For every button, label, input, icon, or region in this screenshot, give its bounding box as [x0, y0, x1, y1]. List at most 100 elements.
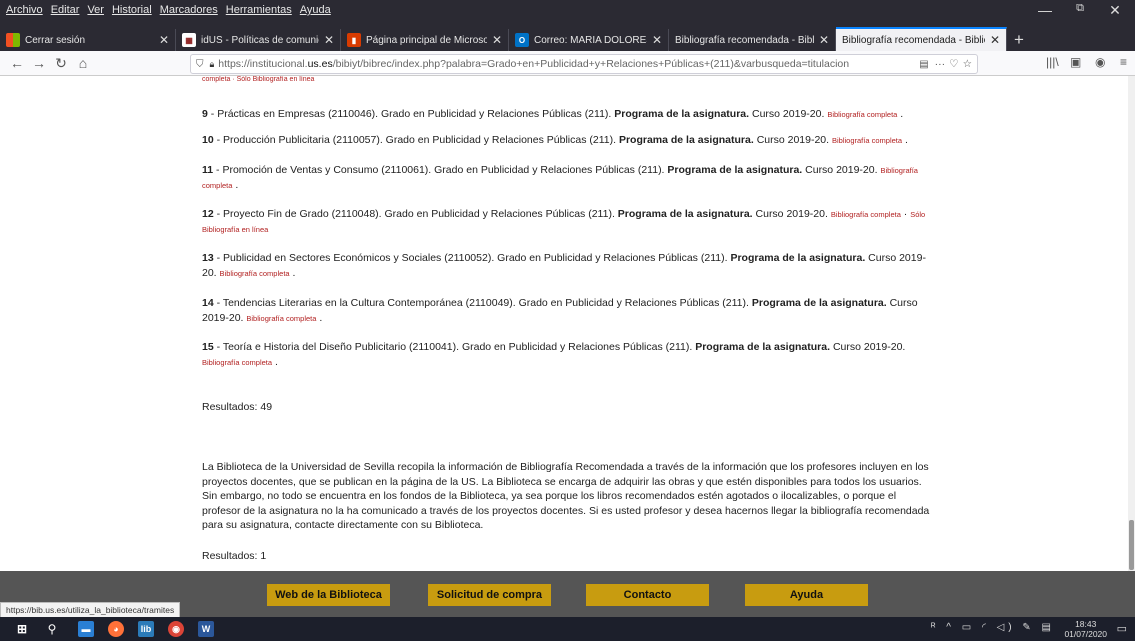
program-link[interactable]: Programa de la asignatura. — [619, 134, 754, 146]
menu-marcadores[interactable]: Marcadores — [160, 4, 218, 16]
new-tab-button[interactable]: + — [1007, 29, 1031, 51]
item-number: 10 — [202, 134, 214, 146]
tab-title: Página principal de Microsoft — [366, 34, 487, 46]
idus-icon: ▦ — [182, 33, 196, 47]
program-link[interactable]: Programa de la asignatura. — [614, 108, 749, 120]
program-link[interactable]: Programa de la asignatura. — [752, 297, 887, 309]
menu-ver[interactable]: Ver — [87, 4, 104, 16]
vertical-scrollbar[interactable] — [1128, 76, 1135, 571]
tab-bibliografia-active[interactable]: Bibliografía recomendada - Biblioteca ✕ — [836, 27, 1007, 51]
account-icon[interactable]: ◉ — [1095, 55, 1105, 69]
ayuda-button[interactable]: Ayuda — [745, 584, 868, 606]
pocket-icon[interactable]: ♡ — [949, 58, 958, 70]
outlook-icon: O — [515, 33, 529, 47]
tab-bibliografia-1[interactable]: Bibliografía recomendada - Biblioteca ✕ — [669, 29, 836, 51]
clock-time: 18:43 — [1075, 619, 1097, 629]
clock[interactable]: 18:43 01/07/2020 — [1064, 619, 1107, 639]
item-number: 15 — [202, 341, 214, 353]
tab-correo[interactable]: O Correo: MARIA DOLORES RODRÍGUEZ ✕ — [509, 29, 669, 51]
web-biblioteca-button[interactable]: Web de la Biblioteca — [267, 584, 390, 606]
home-icon[interactable]: ⌂ — [72, 55, 94, 71]
program-link[interactable]: Programa de la asignatura. — [695, 341, 830, 353]
bibliography-link[interactable]: Bibliografía completa — [220, 269, 290, 278]
app-icon[interactable]: lib — [138, 621, 154, 637]
library-icon[interactable]: |||\ — [1046, 55, 1059, 69]
reader-view-icon[interactable]: ▤ — [919, 59, 928, 70]
url-text[interactable]: https://institucional.us.es/bibiyt/bibre… — [218, 58, 913, 70]
sidebar-icon[interactable]: ▣ — [1070, 55, 1081, 69]
menu-archivo[interactable]: Archivo — [6, 4, 43, 16]
solicitud-compra-button[interactable]: Solicitud de compra — [428, 584, 551, 606]
bibliography-link[interactable]: Bibliografía completa — [202, 358, 272, 367]
item-number: 14 — [202, 297, 214, 309]
program-link[interactable]: Programa de la asignatura. — [730, 252, 865, 264]
restore-button[interactable]: ⧉ — [1065, 2, 1095, 15]
windows-start-icon[interactable]: ⊞ — [14, 621, 30, 637]
lock-icon[interactable]: 🔒︎ — [210, 59, 215, 70]
navigation-bar: ← → ↻ ⌂ ⛉ 🔒︎ https://institucional.us.es… — [0, 51, 1135, 76]
list-item: 11 - Promoción de Ventas y Consumo (2110… — [202, 164, 918, 191]
close-window-button[interactable]: ✕ — [1100, 2, 1130, 19]
results-count-2: Resultados: 1 — [202, 550, 267, 562]
list-item: 14 - Tendencias Literarias en la Cultura… — [202, 297, 918, 324]
menu-ayuda[interactable]: Ayuda — [300, 4, 331, 16]
bibliography-link[interactable]: Bibliografía completa — [831, 210, 901, 219]
list-item: 10 - Producción Publicitaria (2110057). … — [202, 134, 908, 146]
tab-microsoft[interactable]: ▮ Página principal de Microsoft ✕ — [341, 29, 509, 51]
bibliography-link[interactable]: Bibliografía completa — [827, 110, 897, 119]
search-icon[interactable]: ⚲ — [44, 621, 60, 637]
bookmark-star-icon[interactable]: ☆ — [963, 58, 972, 70]
explorer-icon[interactable]: ▬ — [78, 621, 94, 637]
forward-icon[interactable]: → — [28, 55, 50, 71]
windows-taskbar: ⊞ ⚲ ▬ ◕ lib ◉ W ᴿ ^ ▭ ◜ ◁) ✎ ▤ 18:43 01/0… — [0, 617, 1135, 641]
minimize-button[interactable]: — — [1030, 2, 1060, 18]
item-number: 11 — [202, 164, 214, 176]
shield-icon[interactable]: ⛉ — [196, 59, 204, 70]
menu-editar[interactable]: Editar — [51, 4, 80, 16]
item-text: Promoción de Ventas y Consumo (2110061).… — [222, 164, 665, 176]
item-text: Teoría e Historia del Diseño Publicitari… — [222, 341, 693, 353]
office-icon: ▮ — [347, 33, 361, 47]
item-course: Curso 2019-20. — [832, 341, 906, 353]
close-tab-icon[interactable]: ✕ — [652, 33, 662, 47]
scrollbar-thumb[interactable] — [1129, 520, 1134, 570]
tab-title: Bibliografía recomendada - Biblioteca — [842, 34, 985, 46]
item-text: Prácticas en Empresas (2110046). Grado e… — [217, 108, 612, 120]
bibliography-link[interactable]: Bibliografía completa — [246, 314, 316, 323]
tab-title: Cerrar sesión — [25, 34, 86, 46]
tab-idus[interactable]: ▦ idUS - Políticas de comunicación ✕ — [176, 29, 341, 51]
url-bar[interactable]: ⛉ 🔒︎ https://institucional.us.es/bibiyt/… — [190, 54, 978, 74]
program-link[interactable]: Programa de la asignatura. — [618, 208, 753, 220]
reload-icon[interactable]: ↻ — [50, 55, 72, 72]
close-tab-icon[interactable]: ✕ — [819, 33, 829, 47]
close-tab-icon[interactable]: ✕ — [324, 33, 334, 47]
program-link[interactable]: Programa de la asignatura. — [667, 164, 802, 176]
item-text: Tendencias Literarias en la Cultura Cont… — [222, 297, 749, 309]
close-tab-icon[interactable]: ✕ — [492, 33, 502, 47]
menu-historial[interactable]: Historial — [112, 4, 152, 16]
close-tab-icon[interactable]: ✕ — [990, 33, 1000, 47]
firefox-icon[interactable]: ◕ — [108, 621, 124, 637]
back-icon[interactable]: ← — [6, 55, 28, 71]
tab-title: Correo: MARIA DOLORES RODRÍGUEZ — [534, 34, 647, 46]
list-item: 12 - Proyecto Fin de Grado (2110048). Gr… — [202, 208, 926, 234]
chrome-icon[interactable]: ◉ — [168, 621, 184, 637]
word-icon[interactable]: W — [198, 621, 214, 637]
app-menu-icon[interactable]: ≡ — [1120, 55, 1127, 69]
system-tray[interactable]: ᴿ ^ ▭ ◜ ◁) ✎ ▤ — [931, 622, 1055, 633]
bibliography-link[interactable]: Bibliografía completa — [832, 136, 902, 145]
list-item: 15 - Teoría e Historia del Diseño Public… — [202, 341, 906, 368]
close-tab-icon[interactable]: ✕ — [159, 33, 169, 47]
item-text: Publicidad en Sectores Económicos y Soci… — [223, 252, 728, 264]
notifications-icon[interactable]: ▭ — [1117, 622, 1127, 635]
tab-cerrar-sesion[interactable]: Cerrar sesión ✕ — [0, 29, 176, 51]
item-course: Curso 2019-20. — [756, 134, 830, 146]
more-actions-icon[interactable]: ··· — [935, 58, 946, 70]
contacto-button[interactable]: Contacto — [586, 584, 709, 606]
cut-off-link[interactable]: completa · Sólo Bibliografía en línea — [202, 76, 314, 83]
menu-bar: Archivo Editar Ver Historial Marcadores … — [0, 0, 1020, 20]
item-number: 13 — [202, 252, 214, 264]
menu-herramientas[interactable]: Herramientas — [226, 4, 292, 16]
item-course: Curso 2019-20. — [805, 164, 878, 176]
item-text: Producción Publicitaria (2110057). Grado… — [223, 134, 617, 146]
